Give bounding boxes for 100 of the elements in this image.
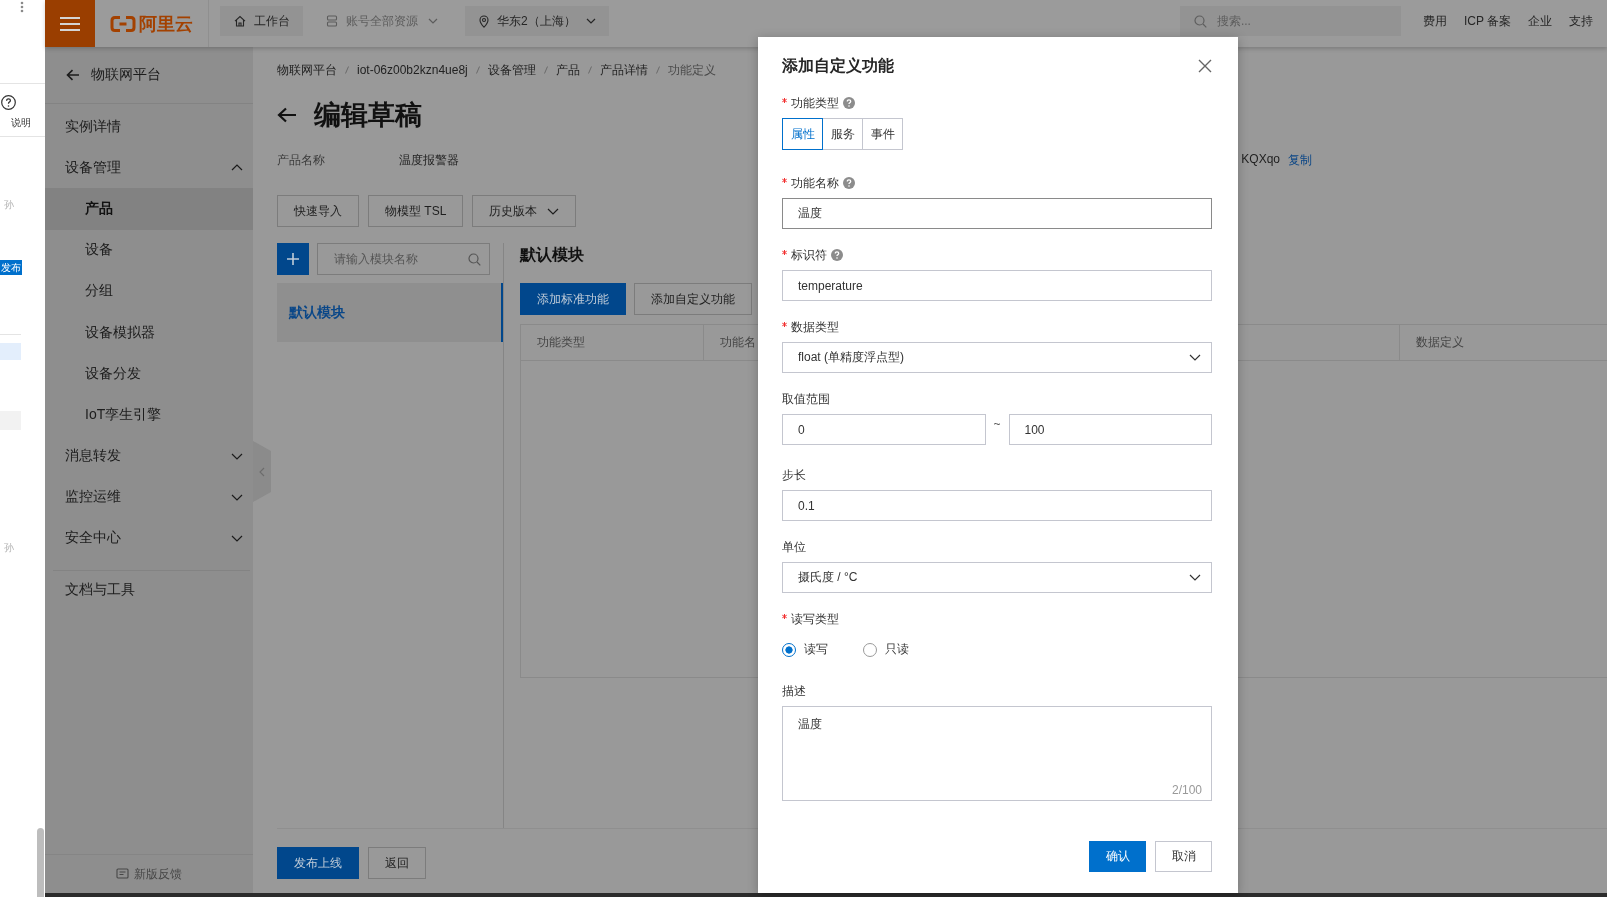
- radio-label[interactable]: 读写: [804, 641, 828, 658]
- radio-button[interactable]: [863, 642, 877, 657]
- key-text: KQXqo: [1241, 151, 1280, 168]
- slash-icon: [345, 66, 349, 74]
- text-field[interactable]: 0.1: [782, 490, 1212, 521]
- menu-group[interactable]: 监控运维: [45, 476, 253, 518]
- slash-icon: [475, 66, 480, 74]
- chevron-down-icon: [1189, 354, 1201, 361]
- select-field[interactable]: 摄氏度 / °C: [782, 562, 1212, 593]
- highlighted-row: [0, 343, 21, 360]
- column-header: 功能名: [720, 334, 756, 351]
- breadcrumb-link[interactable]: iot-06z00b2kzn4ue8j: [357, 62, 468, 78]
- search-icon: [468, 252, 481, 266]
- tag: 发布: [0, 260, 22, 275]
- column-header: 数据定义: [1416, 334, 1464, 351]
- secondary-button[interactable]: 取消: [1155, 841, 1212, 872]
- close-icon: [1198, 59, 1212, 73]
- nav-link[interactable]: 企业: [1528, 6, 1552, 36]
- message-icon: [116, 868, 129, 880]
- nav-button[interactable]: 工作台: [220, 6, 303, 36]
- radio-button[interactable]: [782, 642, 796, 657]
- field-label: 产品名称: [277, 151, 326, 169]
- menu-item[interactable]: IoT孪生引擎: [45, 394, 253, 436]
- column-header: 功能类型: [537, 334, 585, 351]
- field-value: 温度报警器: [399, 151, 459, 169]
- add-button[interactable]: [277, 243, 309, 275]
- home-icon: [234, 15, 246, 27]
- nav-link[interactable]: 费用: [1422, 6, 1447, 36]
- menu-button[interactable]: [45, 0, 95, 47]
- back-button[interactable]: [277, 107, 297, 123]
- range-separator: ~: [993, 416, 1001, 433]
- feedback-link[interactable]: 新版反馈: [45, 854, 253, 893]
- secondary-button[interactable]: 添加自定义功能: [634, 283, 752, 315]
- breadcrumb-link[interactable]: 产品: [555, 62, 580, 78]
- nav-button[interactable]: 华东2（上海）: [465, 6, 609, 36]
- more-vertical-icon: [20, 1, 24, 13]
- menu-item[interactable]: 分组: [45, 270, 253, 312]
- nav-link[interactable]: ICP 备案: [1463, 6, 1511, 36]
- plus-icon: [286, 252, 300, 266]
- breadcrumb-current: 功能定义: [667, 62, 716, 78]
- breadcrumb-link[interactable]: 产品详情: [599, 62, 648, 78]
- arrow-left-icon: [277, 107, 297, 123]
- chevron-down-icon: [585, 18, 596, 24]
- chevron-down-icon: [1189, 574, 1201, 581]
- field-label: 功能类型: [791, 94, 839, 112]
- field-label: 单位: [782, 538, 806, 556]
- field-label: 步长: [782, 466, 806, 484]
- back-link[interactable]: 物联网平台: [45, 47, 253, 104]
- breadcrumb-link[interactable]: 设备管理: [487, 62, 536, 78]
- primary-button[interactable]: 添加标准功能: [520, 283, 626, 315]
- menu-item[interactable]: 设备: [45, 229, 253, 271]
- field-label: 描述: [782, 682, 806, 700]
- secondary-button[interactable]: 返回: [368, 847, 426, 879]
- chevron-down-icon: [428, 18, 438, 24]
- menu-item[interactable]: 文档与工具: [45, 571, 253, 610]
- arrow-left-icon: [66, 69, 80, 81]
- field-label: 标识符: [791, 246, 827, 264]
- toolbar-button[interactable]: 物模型 TSL: [368, 195, 464, 227]
- menu-item[interactable]: 产品: [45, 188, 253, 230]
- menu-group[interactable]: 安全中心: [45, 517, 253, 560]
- segment-button[interactable]: 属性: [782, 118, 823, 150]
- menu-group[interactable]: 消息转发: [45, 435, 253, 477]
- page-title: 编辑草稿: [314, 99, 422, 132]
- dropdown-button[interactable]: 历史版本: [472, 195, 577, 227]
- primary-button[interactable]: 发布上线: [277, 847, 359, 879]
- primary-button[interactable]: 确认: [1089, 841, 1146, 872]
- textarea-field[interactable]: 温度 2/100: [782, 706, 1212, 801]
- location-pin-icon: [479, 14, 489, 28]
- help-icon: [1, 95, 16, 110]
- radio-label[interactable]: 只读: [885, 641, 909, 658]
- section-title: 默认模块: [520, 245, 584, 265]
- select-field[interactable]: float (单精度浮点型): [782, 342, 1212, 373]
- search-icon: [1193, 14, 1207, 28]
- copy-link[interactable]: 复制: [1288, 151, 1312, 169]
- menu-item[interactable]: 设备分发: [45, 353, 253, 395]
- field-label: 数据类型: [791, 318, 839, 336]
- server-icon: [326, 15, 338, 27]
- number-field[interactable]: 0: [782, 414, 986, 445]
- slash-icon: [587, 66, 592, 74]
- nav-link[interactable]: 支持: [1569, 6, 1593, 36]
- number-field[interactable]: 100: [1008, 414, 1212, 445]
- slash-icon: [543, 66, 548, 74]
- text-field[interactable]: temperature: [782, 270, 1212, 301]
- segment-button[interactable]: 事件: [862, 118, 903, 150]
- chevron-left-icon: [259, 466, 265, 477]
- text-fragment: 孙: [4, 542, 14, 554]
- menu-item[interactable]: 设备模拟器: [45, 311, 253, 354]
- field-label: 取值范围: [782, 390, 830, 408]
- scrollbar-thumb[interactable]: [37, 828, 44, 897]
- text-fragment: 孙: [4, 199, 14, 211]
- segment-button[interactable]: 服务: [822, 118, 863, 150]
- menu-group[interactable]: 设备管理: [45, 147, 253, 189]
- breadcrumb-link[interactable]: 物联网平台: [277, 62, 337, 78]
- text-field[interactable]: 温度: [782, 198, 1212, 229]
- menu-item[interactable]: 实例详情: [45, 106, 253, 148]
- toolbar-button[interactable]: 快速导入: [277, 195, 359, 227]
- close-button[interactable]: [1198, 59, 1212, 73]
- char-counter: 2/100: [1171, 782, 1202, 799]
- slash-icon: [655, 66, 660, 74]
- dialog-title: 添加自定义功能: [782, 55, 894, 76]
